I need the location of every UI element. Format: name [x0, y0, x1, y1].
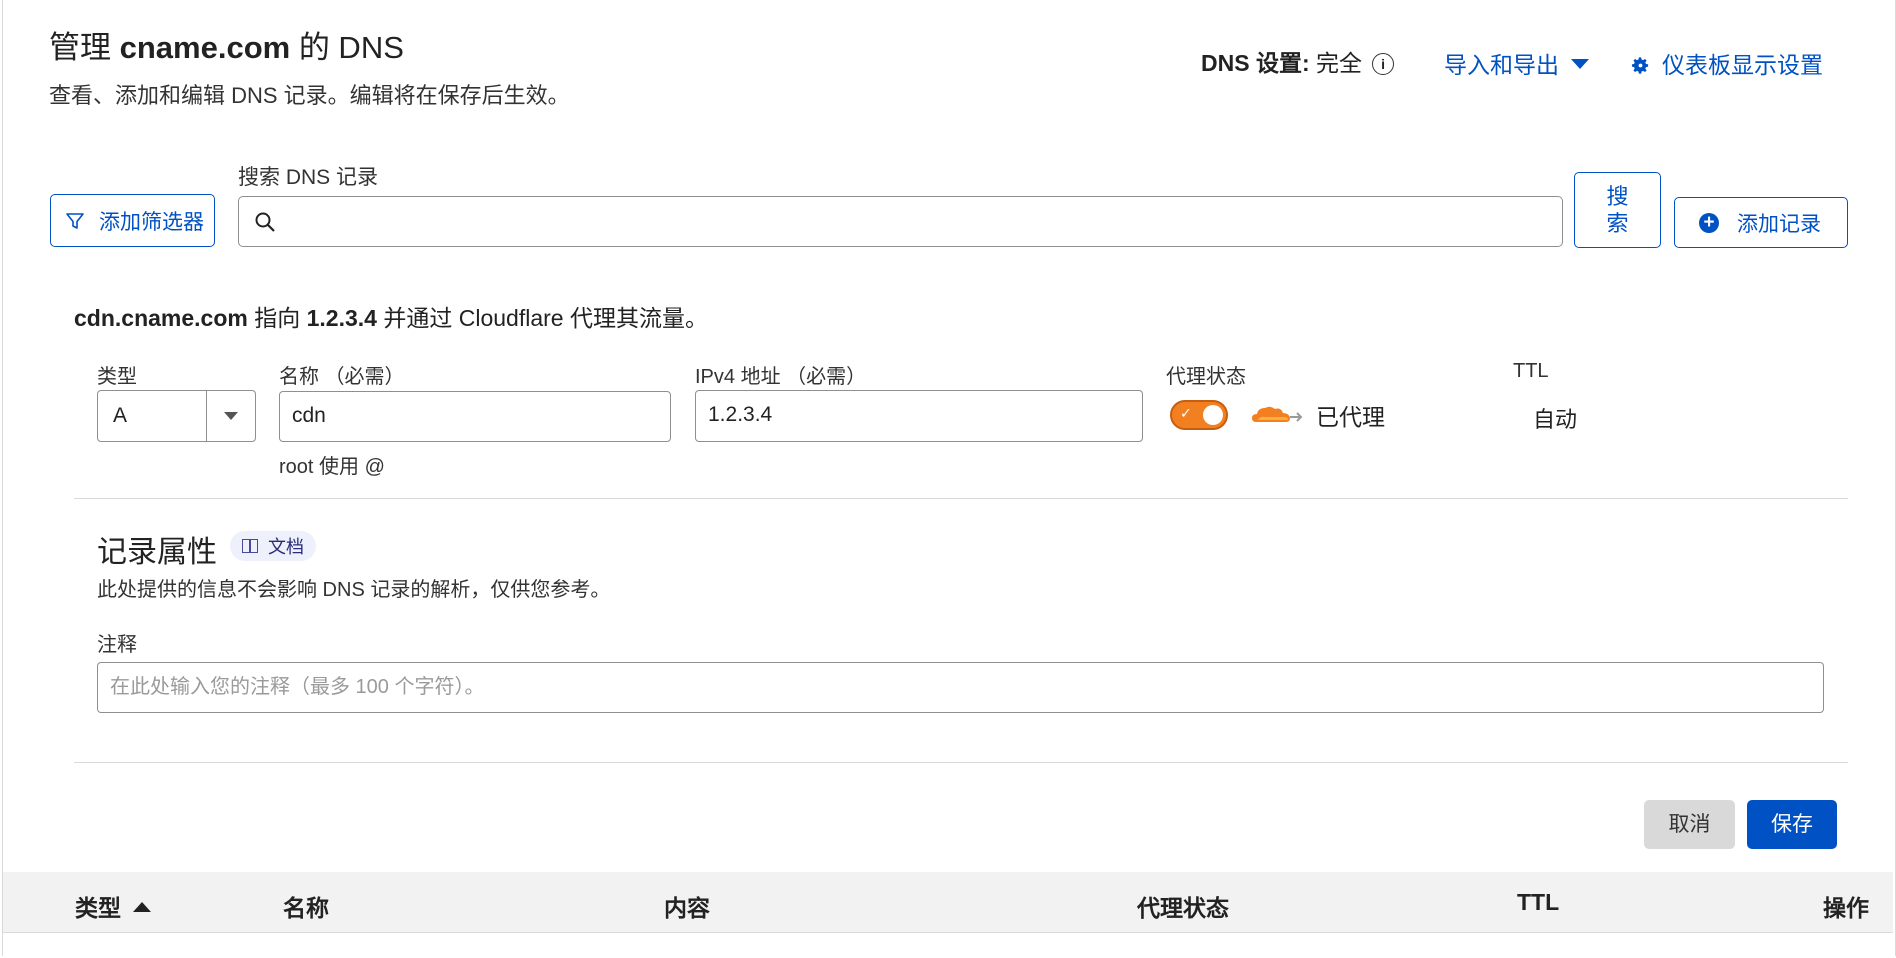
chevron-down-icon: [224, 412, 238, 420]
save-button[interactable]: 保存: [1747, 800, 1837, 849]
column-actions: 操作: [1823, 895, 1869, 921]
filter-icon: [66, 212, 84, 229]
caret-down-icon: [1571, 59, 1589, 69]
search-input[interactable]: [238, 196, 1563, 247]
note-label: 注释: [97, 634, 137, 656]
ipv4-label: IPv4 地址 （必需）: [695, 366, 867, 388]
column-name[interactable]: 名称: [283, 889, 329, 923]
divider: [74, 498, 1848, 499]
name-hint: root 使用 @: [279, 456, 385, 478]
gear-icon: [1631, 57, 1649, 74]
toggle-knob: [1203, 405, 1223, 425]
import-export-dropdown[interactable]: 导入和导出: [1444, 46, 1589, 80]
column-ttl[interactable]: TTL: [1517, 889, 1559, 916]
import-export-label: 导入和导出: [1444, 52, 1559, 78]
ipv4-field[interactable]: 1.2.3.4: [695, 390, 1143, 442]
proxy-toggle[interactable]: ✓: [1170, 400, 1228, 430]
check-icon: ✓: [1180, 405, 1192, 421]
record-attributes-description: 此处提供的信息不会影响 DNS 记录的解析，仅供您参考。: [97, 579, 611, 601]
add-record-label: 添加记录: [1737, 212, 1821, 236]
note-input[interactable]: [110, 676, 1811, 699]
type-select[interactable]: A: [97, 390, 256, 442]
plus-circle-icon: +: [1699, 212, 1719, 233]
add-filter-button[interactable]: 添加筛选器: [50, 194, 215, 247]
records-table-header: 类型 名称 内容 代理状态 TTL 操作: [3, 872, 1893, 933]
column-content[interactable]: 内容: [664, 889, 710, 923]
name-field[interactable]: cdn: [279, 391, 671, 442]
search-field[interactable]: [287, 207, 1541, 237]
divider: [74, 762, 1848, 763]
docs-link[interactable]: 文档: [230, 531, 316, 561]
docs-link-label: 文档: [268, 537, 304, 557]
note-field[interactable]: [97, 662, 1824, 713]
dns-setting: DNS 设置: 完全 i: [1201, 44, 1395, 78]
dashboard-settings-label: 仪表板显示设置: [1662, 52, 1823, 78]
column-proxy-status[interactable]: 代理状态: [1137, 889, 1229, 923]
record-attributes-title: 记录属性: [97, 536, 217, 569]
search-label: 搜索 DNS 记录: [238, 166, 379, 189]
info-icon[interactable]: i: [1372, 53, 1395, 75]
column-type[interactable]: 类型: [75, 889, 151, 923]
dashboard-settings-link[interactable]: 仪表板显示设置: [1631, 46, 1823, 80]
add-record-button[interactable]: + 添加记录: [1674, 197, 1848, 248]
proxy-status-label: 代理状态: [1166, 366, 1246, 388]
record-summary: cdn.cname.com 指向 1.2.3.4 并通过 Cloudflare …: [74, 305, 708, 331]
search-button[interactable]: 搜 索: [1574, 172, 1661, 248]
dns-setting-label: DNS 设置:: [1201, 50, 1310, 76]
cancel-button[interactable]: 取消: [1644, 800, 1735, 849]
name-label: 名称 （必需）: [279, 366, 405, 388]
ttl-value: 自动: [1533, 407, 1578, 432]
cloud-proxied-icon: [1252, 406, 1303, 422]
search-icon: [255, 212, 275, 232]
proxy-status-text: 已代理: [1316, 404, 1385, 430]
search-button-label-1: 搜: [1606, 184, 1629, 209]
type-label: 类型: [97, 366, 137, 388]
add-filter-label: 添加筛选器: [99, 210, 204, 234]
search-button-label-2: 索: [1606, 211, 1629, 236]
type-select-value: A: [113, 404, 128, 427]
page-title: 管理 cname.com 的 DNS: [49, 30, 404, 65]
dns-setting-value: 完全: [1316, 50, 1363, 76]
sort-ascending-icon: [133, 902, 151, 912]
book-icon: [242, 539, 258, 553]
dropdown-toggle[interactable]: [206, 391, 255, 441]
ttl-label: TTL: [1513, 360, 1549, 382]
page-subtitle: 查看、添加和编辑 DNS 记录。编辑将在保存后生效。: [49, 83, 570, 108]
